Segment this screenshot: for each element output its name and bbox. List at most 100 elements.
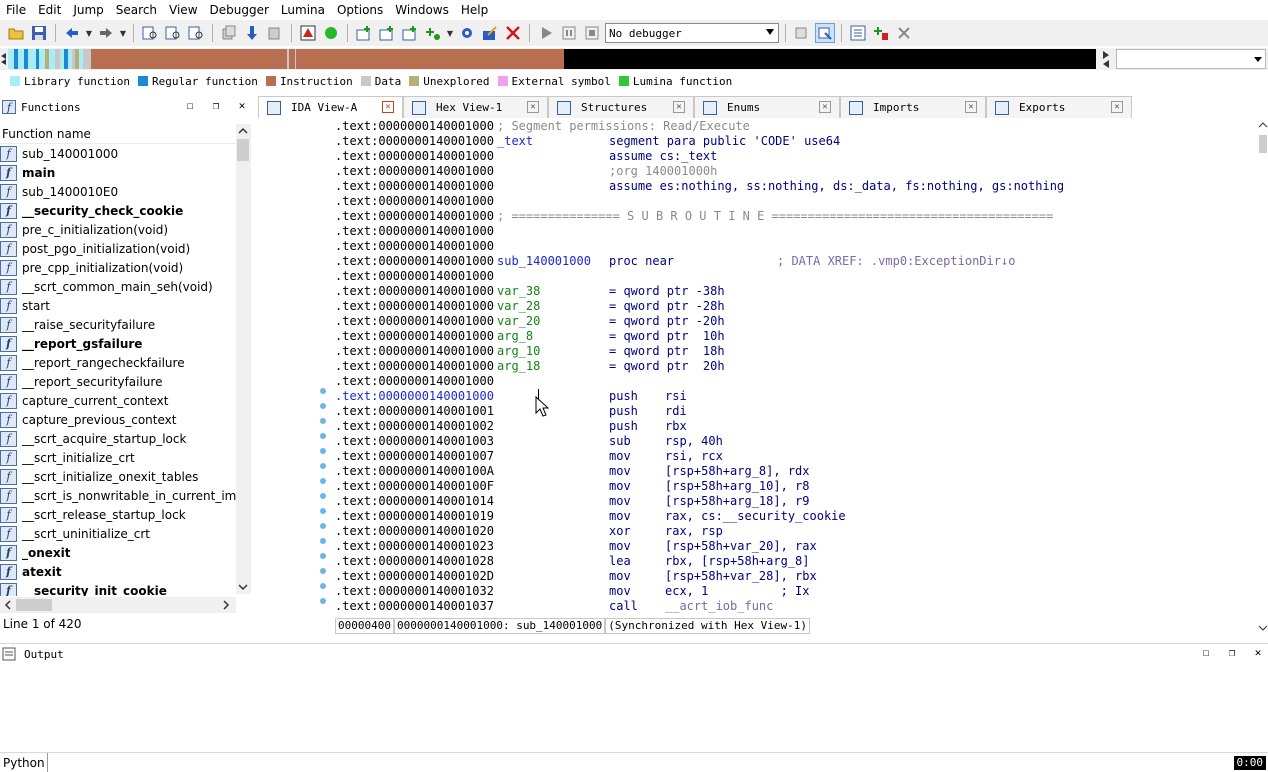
function-list-item[interactable]: f __scrt_initialize_crt bbox=[0, 448, 236, 467]
disassembly-line[interactable]: .text:0000000140001032 mov ecx, 1 ; Ix bbox=[335, 584, 1259, 599]
disassembly-line[interactable]: .text:0000000140001003 sub rsp, 40h bbox=[335, 434, 1259, 449]
segment-select[interactable] bbox=[1116, 49, 1266, 69]
breakpoint-dot[interactable] bbox=[320, 433, 326, 439]
warning-icon[interactable] bbox=[298, 23, 318, 43]
disassembly-line[interactable]: .text:0000000140001007 mov rsi, rcx bbox=[335, 449, 1259, 464]
add-text-icon[interactable] bbox=[400, 23, 420, 43]
disassembly-line[interactable]: .text:0000000140001020 xor rax, rsp bbox=[335, 524, 1259, 539]
scrollbar-thumb[interactable] bbox=[1259, 135, 1267, 153]
debugger-select[interactable]: No debugger bbox=[605, 23, 779, 43]
disassembly-line[interactable]: .text:0000000140001000; =============== … bbox=[335, 209, 1259, 224]
command-input[interactable] bbox=[48, 753, 1268, 772]
close-icon[interactable]: ✕ bbox=[819, 101, 831, 113]
scrollbar-thumb[interactable] bbox=[237, 139, 249, 161]
function-name-header[interactable]: Function name bbox=[0, 124, 236, 144]
function-list-item[interactable]: f __security_init_cookie bbox=[0, 581, 236, 596]
functions-horizontal-scrollbar[interactable] bbox=[0, 597, 236, 613]
disassembly-line[interactable]: .text:0000000140001000 var_28 = qword ptr … bbox=[335, 299, 1259, 314]
menu-search[interactable]: Search bbox=[110, 0, 163, 20]
scroll-down-icon[interactable] bbox=[236, 580, 251, 594]
edit-patch-icon[interactable] bbox=[480, 23, 500, 43]
function-list-item[interactable]: f start bbox=[0, 296, 236, 315]
function-list-item[interactable]: f sub_140001000 bbox=[0, 144, 236, 163]
function-list-item[interactable]: f pre_cpp_initialization(void) bbox=[0, 258, 236, 277]
breakpoint-dot[interactable] bbox=[320, 448, 326, 454]
disassembly-line[interactable]: .text:0000000140001000 push rsi bbox=[335, 389, 1259, 404]
search-immediate-icon[interactable] bbox=[186, 23, 206, 43]
breakpoint-dot[interactable] bbox=[320, 538, 326, 544]
breakpoint-dot[interactable] bbox=[320, 463, 326, 469]
function-list-item[interactable]: f __scrt_is_nonwritable_in_current_image bbox=[0, 486, 236, 505]
nav-right-arrow-icon[interactable] bbox=[1101, 50, 1111, 68]
copy-icon[interactable] bbox=[219, 23, 239, 43]
disassembly-line[interactable]: .text:000000014000102D mov [rsp+58h+var_28… bbox=[335, 569, 1259, 584]
tab-structures[interactable]: Structures ✕ bbox=[548, 96, 694, 118]
breakpoint-dot[interactable] bbox=[320, 523, 326, 529]
scroll-up-icon[interactable] bbox=[236, 124, 251, 138]
green-circle-icon[interactable] bbox=[321, 23, 341, 43]
menu-options[interactable]: Options bbox=[331, 0, 389, 20]
close-red-x-icon[interactable] bbox=[503, 23, 523, 43]
add-struct-icon[interactable] bbox=[354, 23, 374, 43]
menu-lumina[interactable]: Lumina bbox=[275, 0, 331, 20]
delete-breakpoint-icon[interactable] bbox=[894, 23, 914, 43]
breakpoint-dot[interactable] bbox=[320, 478, 326, 484]
disassembly-line[interactable]: .text:0000000140001000 bbox=[335, 269, 1259, 284]
graph-view-icon[interactable] bbox=[848, 23, 868, 43]
tab-ida-view-a[interactable]: IDA View-A ✕ bbox=[258, 96, 403, 118]
menu-view[interactable]: View bbox=[163, 0, 203, 20]
functions-vertical-scrollbar[interactable] bbox=[236, 124, 251, 594]
forward-dropdown-icon[interactable]: ▼ bbox=[119, 23, 127, 43]
function-list-item[interactable]: f capture_previous_context bbox=[0, 410, 236, 429]
menu-file[interactable]: File bbox=[0, 0, 32, 20]
function-list-item[interactable]: f __scrt_initialize_onexit_tables bbox=[0, 467, 236, 486]
back-arrow-icon[interactable] bbox=[62, 23, 82, 43]
disassembly-line[interactable]: .text:0000000140001019 mov rax, cs:__secur… bbox=[335, 509, 1259, 524]
disassembly-line[interactable]: .text:0000000140001037 call __acrt_iob_fun… bbox=[335, 599, 1259, 614]
disassembly-line[interactable]: .text:0000000140001001 push rdi bbox=[335, 404, 1259, 419]
stop-icon[interactable] bbox=[582, 23, 602, 43]
breakpoint-dot[interactable] bbox=[320, 583, 326, 589]
add-breakpoint-icon[interactable] bbox=[423, 23, 443, 43]
menu-edit[interactable]: Edit bbox=[32, 0, 67, 20]
function-list-item[interactable]: f __report_rangecheckfailure bbox=[0, 353, 236, 372]
disassembly-line[interactable]: .text:0000000140001000 bbox=[335, 374, 1259, 389]
scroll-up-icon[interactable] bbox=[1258, 120, 1268, 130]
maximize-icon[interactable]: ☐ bbox=[184, 100, 196, 112]
breakpoint-dot[interactable] bbox=[320, 553, 326, 559]
close-icon[interactable]: ✕ bbox=[1111, 101, 1123, 113]
breakpoint-dot[interactable] bbox=[320, 418, 326, 424]
back-dropdown-icon[interactable]: ▼ bbox=[85, 23, 93, 43]
function-list-item[interactable]: f main bbox=[0, 163, 236, 182]
tab-imports[interactable]: Imports ✕ bbox=[840, 96, 986, 118]
disassembly-line[interactable]: .text:0000000140001000 arg_18 = qword ptr … bbox=[335, 359, 1259, 374]
disassembly-line[interactable]: .text:0000000140001000 sub_140001000 proc … bbox=[335, 254, 1259, 269]
functions-column-header[interactable]: Function name bbox=[0, 124, 236, 144]
disassembly-line[interactable]: .text:0000000140001000 bbox=[335, 239, 1259, 254]
breakpoint-dot[interactable] bbox=[320, 508, 326, 514]
disassembly-line[interactable]: .text:0000000140001000 assume es:nothing,… bbox=[335, 179, 1259, 194]
scroll-down-icon[interactable] bbox=[1258, 623, 1268, 633]
function-list-item[interactable]: f __scrt_uninitialize_crt bbox=[0, 524, 236, 543]
close-icon[interactable]: ✕ bbox=[1252, 647, 1264, 659]
function-list-item[interactable]: f __scrt_common_main_seh(void) bbox=[0, 277, 236, 296]
function-list-item[interactable]: f post_pgo_initialization(void) bbox=[0, 239, 236, 258]
disassembly-line[interactable]: .text:0000000140001000 arg_8 = qword ptr 1… bbox=[335, 329, 1259, 344]
forward-arrow-icon[interactable] bbox=[96, 23, 116, 43]
breakpoint-dot[interactable] bbox=[320, 493, 326, 499]
close-icon[interactable]: ✕ bbox=[382, 101, 394, 113]
function-list-item[interactable]: f __report_gsfailure bbox=[0, 334, 236, 353]
pause-icon[interactable] bbox=[559, 23, 579, 43]
add-enum-icon[interactable] bbox=[377, 23, 397, 43]
function-list-item[interactable]: f __report_securityfailure bbox=[0, 372, 236, 391]
disassembly-vertical-scrollbar[interactable] bbox=[1258, 119, 1268, 633]
function-list-item[interactable]: f __security_check_cookie bbox=[0, 201, 236, 220]
navigation-bar-strip[interactable] bbox=[8, 49, 1096, 69]
disassembly-view[interactable]: .text:0000000140001000; Segment permissi… bbox=[335, 119, 1259, 617]
close-icon[interactable]: ✕ bbox=[236, 100, 248, 112]
function-list-item[interactable]: f __raise_securityfailure bbox=[0, 315, 236, 334]
float-icon[interactable]: ❐ bbox=[1226, 647, 1238, 659]
scroll-right-icon[interactable] bbox=[220, 598, 232, 612]
disassembly-line[interactable]: .text:0000000140001000 var_38 = qword ptr … bbox=[335, 284, 1259, 299]
function-list-item[interactable]: f __scrt_acquire_startup_lock bbox=[0, 429, 236, 448]
